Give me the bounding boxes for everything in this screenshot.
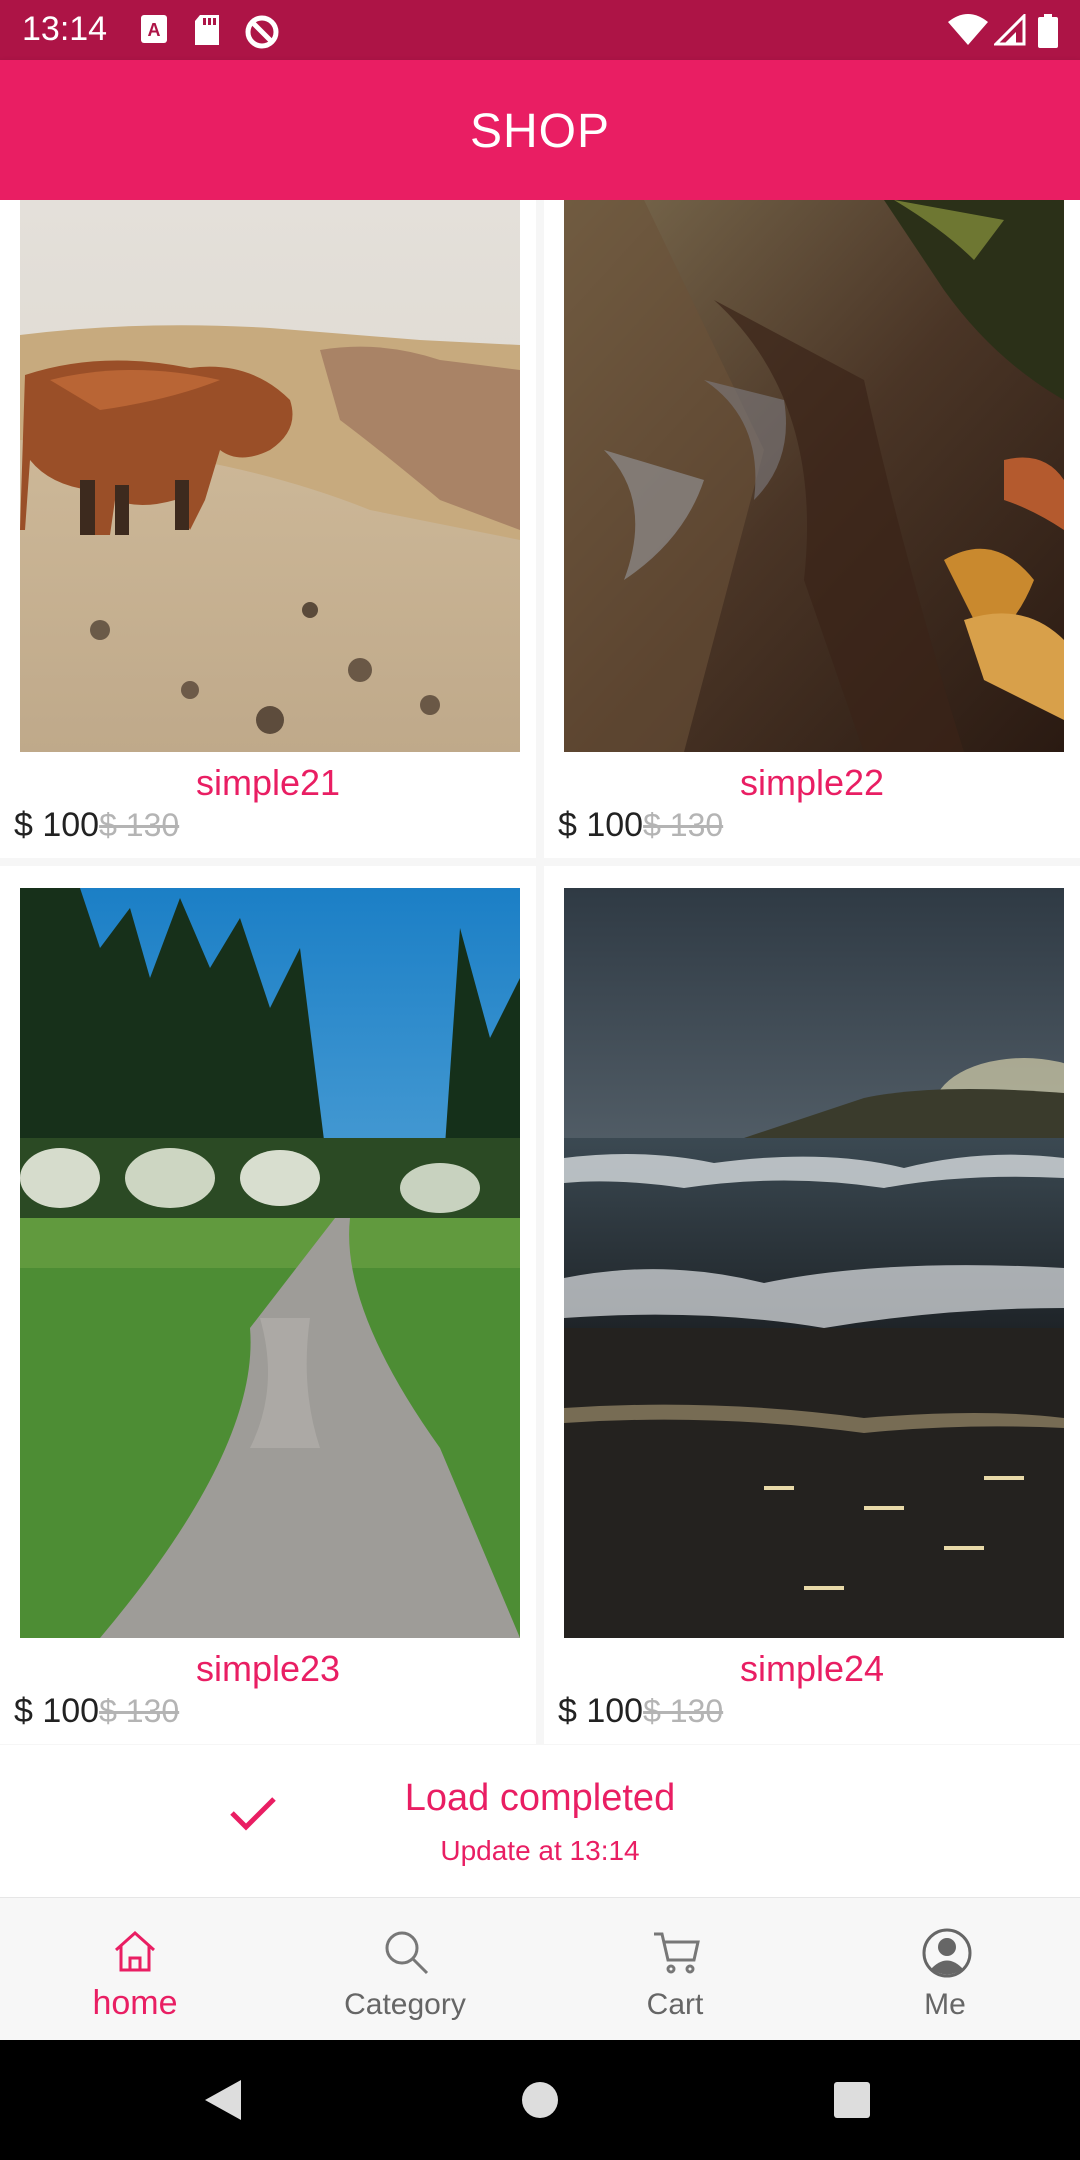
nav-me-label: Me bbox=[924, 1988, 966, 2021]
product-name[interactable]: simple23 bbox=[0, 1648, 536, 1690]
current-price: $ 100 bbox=[558, 806, 644, 844]
load-status-subtitle: Update at 13:14 bbox=[440, 1835, 640, 1866]
original-price: $ 130 bbox=[643, 807, 724, 843]
product-image[interactable] bbox=[20, 200, 520, 752]
original-price: $ 130 bbox=[99, 1693, 180, 1729]
cart-icon bbox=[654, 1932, 700, 1974]
original-price: $ 130 bbox=[99, 807, 180, 843]
load-status: Load completed Update at 13:14 bbox=[0, 1745, 1080, 1897]
wifi-icon bbox=[948, 14, 988, 45]
status-time: 13:14 bbox=[22, 10, 108, 48]
product-card[interactable]: simple24 $ 100$ 130 bbox=[544, 866, 1080, 1744]
product-price: $ 100$ 130 bbox=[14, 1692, 179, 1731]
product-card[interactable]: simple23 $ 100$ 130 bbox=[0, 866, 536, 1744]
nav-cart-label: Cart bbox=[646, 1988, 704, 2021]
app-bar: SHOP bbox=[0, 60, 1080, 200]
nav-home-label: home bbox=[92, 1984, 178, 2022]
highland-cow-photo bbox=[20, 200, 520, 752]
ocean-shore-photo bbox=[564, 888, 1064, 1638]
product-price: $ 100$ 130 bbox=[558, 1692, 723, 1731]
signal-icon bbox=[994, 14, 1026, 46]
svg-text:A: A bbox=[148, 20, 161, 40]
home-icon bbox=[114, 1930, 156, 1972]
system-navigation-bar bbox=[0, 2040, 1080, 2160]
product-name[interactable]: simple22 bbox=[544, 762, 1080, 804]
nav-me[interactable]: Me bbox=[810, 1898, 1080, 2041]
product-price: $ 100$ 130 bbox=[14, 806, 179, 845]
product-image[interactable] bbox=[564, 888, 1064, 1638]
profile-icon bbox=[922, 1928, 972, 1978]
sd-card-icon bbox=[195, 15, 219, 45]
product-name[interactable]: simple24 bbox=[544, 1648, 1080, 1690]
do-not-disturb-icon bbox=[245, 15, 279, 49]
current-price: $ 100 bbox=[558, 1692, 644, 1730]
back-icon[interactable] bbox=[203, 2078, 243, 2122]
product-image[interactable] bbox=[564, 200, 1064, 752]
product-grid[interactable]: simple21 $ 100$ 130 simple22 $ 100$ 130 … bbox=[0, 200, 1080, 1745]
product-name[interactable]: simple21 bbox=[0, 762, 536, 804]
forest-path-photo bbox=[20, 888, 520, 1638]
nav-home[interactable]: home bbox=[0, 1898, 270, 2041]
recents-icon[interactable] bbox=[834, 2082, 870, 2118]
battery-icon bbox=[1038, 14, 1058, 48]
keyboard-a-icon: A bbox=[141, 15, 167, 43]
original-price: $ 130 bbox=[643, 1693, 724, 1729]
status-bar: 13:14 A bbox=[0, 0, 1080, 60]
search-icon bbox=[385, 1931, 429, 1975]
current-price: $ 100 bbox=[14, 1692, 100, 1730]
nav-category[interactable]: Category bbox=[270, 1898, 540, 2041]
current-price: $ 100 bbox=[14, 806, 100, 844]
nav-category-label: Category bbox=[344, 1988, 466, 2021]
product-price: $ 100$ 130 bbox=[558, 806, 723, 845]
product-card[interactable]: simple21 $ 100$ 130 bbox=[0, 200, 536, 858]
product-card[interactable]: simple22 $ 100$ 130 bbox=[544, 200, 1080, 858]
page-title: SHOP bbox=[469, 105, 611, 158]
load-status-title: Load completed bbox=[404, 1777, 676, 1819]
tree-bark-photo bbox=[564, 200, 1064, 752]
nav-cart[interactable]: Cart bbox=[540, 1898, 810, 2041]
bottom-navigation: home Category Cart Me bbox=[0, 1897, 1080, 2040]
product-image[interactable] bbox=[20, 888, 520, 1638]
home-button-icon[interactable] bbox=[520, 2080, 560, 2120]
